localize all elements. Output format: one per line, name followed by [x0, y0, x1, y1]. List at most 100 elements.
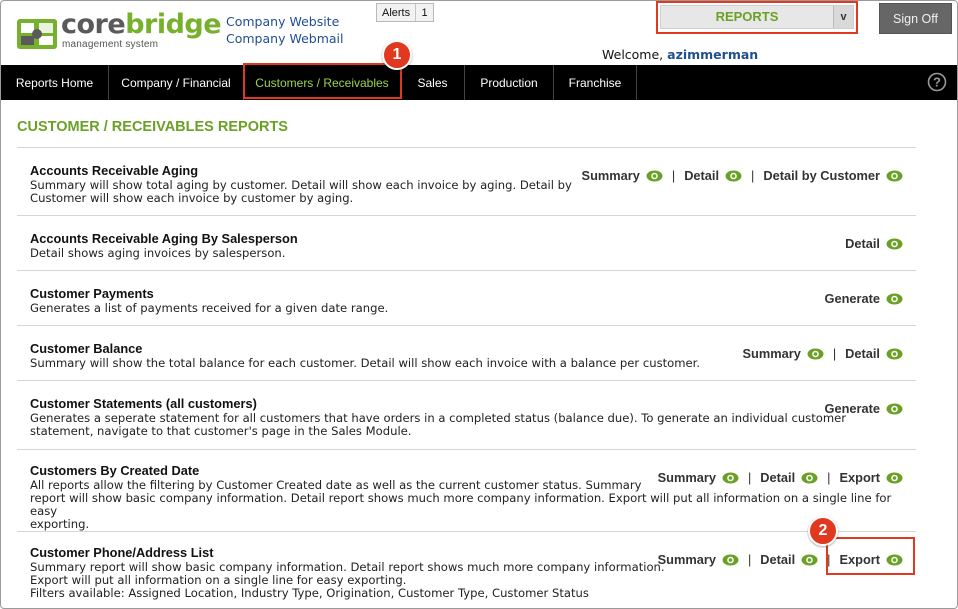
logo-mark-icon: [17, 19, 57, 49]
nav-production[interactable]: Production: [465, 65, 554, 100]
action-label: Summary: [657, 552, 716, 567]
report-title: Customer Payments: [30, 286, 154, 301]
action-label: Detail by Customer: [763, 168, 880, 183]
report-description: Summary will show total aging by custome…: [30, 179, 572, 205]
action-label: Generate: [824, 401, 880, 416]
summary-action[interactable]: Summary: [742, 346, 824, 361]
action-label: Detail: [760, 552, 796, 567]
eye-icon: [725, 170, 742, 181]
eye-icon: [886, 238, 903, 249]
logo-bridge: bridge: [125, 9, 222, 40]
page-title: CUSTOMER / RECEIVABLES REPORTS: [17, 119, 288, 135]
company-website-link[interactable]: Company Website: [226, 14, 339, 29]
eye-icon: [886, 403, 903, 414]
logo-subtitle: management system: [62, 39, 159, 50]
report-row: Accounts Receivable Aging By Salesperson…: [17, 215, 916, 270]
report-description: Summary will show the total balance for …: [30, 357, 700, 370]
report-row: Customers By Created Date All reports al…: [17, 449, 916, 531]
callout-badge-1: 1: [382, 40, 412, 70]
report-row: Customer Balance Summary will show the t…: [17, 325, 916, 380]
report-desc-line: Detail shows aging invoices by salespers…: [30, 246, 286, 260]
svg-text:?: ?: [933, 75, 941, 90]
eye-icon: [807, 348, 824, 359]
detail-by-customer-action[interactable]: Detail by Customer: [763, 168, 903, 183]
alerts-button[interactable]: Alerts 1: [376, 3, 434, 22]
report-title: Accounts Receivable Aging: [30, 163, 199, 178]
detail-action[interactable]: Detail: [684, 168, 742, 183]
export-action[interactable]: Export: [839, 470, 903, 485]
report-desc-line: Customer will show each invoice by custo…: [30, 191, 354, 205]
alerts-count: 1: [421, 6, 428, 19]
nav-reports-home[interactable]: Reports Home: [1, 65, 109, 100]
report-description: All reports allow the filtering by Custo…: [30, 479, 916, 531]
action-label: Detail: [684, 168, 720, 183]
help-icon[interactable]: ?: [927, 72, 947, 92]
eye-icon: [886, 348, 903, 359]
summary-action[interactable]: Summary: [582, 168, 663, 183]
action-label: Summary: [581, 168, 640, 183]
report-description: Summary report will show basic company i…: [30, 561, 665, 600]
highlight-module-select: [656, 1, 858, 34]
report-description: Detail shows aging invoices by salespers…: [30, 247, 285, 260]
report-actions: Summary | Detail: [742, 346, 903, 361]
eye-icon: [886, 170, 903, 181]
alerts-label: Alerts: [377, 4, 416, 21]
nav-franchise[interactable]: Franchise: [554, 65, 637, 100]
nav-company-financial[interactable]: Company / Financial: [109, 65, 244, 100]
username[interactable]: azimmerman: [667, 47, 758, 62]
report-row: Accounts Receivable Aging Summary will s…: [17, 147, 916, 215]
separator: |: [747, 552, 752, 567]
detail-action[interactable]: Detail: [845, 236, 903, 251]
report-description: Generates a seperate statement for all c…: [30, 412, 846, 438]
action-label: Summary: [657, 470, 716, 485]
action-label: Generate: [824, 291, 880, 306]
generate-action[interactable]: Generate: [825, 291, 903, 306]
eye-icon: [801, 472, 818, 483]
report-desc-line: statement, navigate to that customer's p…: [30, 424, 412, 438]
report-row: Customer Statements (all customers) Gene…: [17, 380, 916, 449]
summary-action[interactable]: Summary: [658, 552, 739, 567]
highlight-customers-tab: [243, 63, 402, 99]
report-desc-line: exporting.: [30, 517, 90, 531]
eye-icon: [722, 472, 739, 483]
generate-action[interactable]: Generate: [825, 401, 903, 416]
action-label: Detail: [845, 236, 880, 251]
separator: |: [751, 168, 755, 183]
report-title: Customer Statements (all customers): [30, 396, 257, 411]
report-title: Customers By Created Date: [30, 463, 200, 478]
report-actions: Generate: [825, 291, 903, 306]
callout-badge-2: 2: [808, 516, 838, 546]
app-window: corebridge management system Company Web…: [0, 0, 958, 609]
separator: |: [747, 470, 752, 485]
eye-icon: [886, 293, 903, 304]
report-title: Accounts Receivable Aging By Salesperson: [30, 231, 298, 246]
welcome-prefix: Welcome,: [602, 47, 664, 62]
eye-icon: [646, 170, 663, 181]
nav-sales[interactable]: Sales: [401, 65, 465, 100]
detail-action[interactable]: Detail: [845, 346, 903, 361]
report-actions: Summary | Detail | Detail by Customer: [582, 168, 903, 183]
main-nav: Reports Home Company / Financial Custome…: [1, 65, 957, 100]
action-label: Detail: [760, 470, 796, 485]
detail-action[interactable]: Detail: [760, 470, 818, 485]
sign-off-button[interactable]: Sign Off: [879, 3, 952, 34]
eye-icon: [801, 554, 818, 565]
report-desc-line: Filters available: Assigned Location, In…: [30, 586, 589, 600]
highlight-export-action: [826, 537, 915, 575]
report-actions: Detail: [845, 236, 903, 251]
report-description: Generates a list of payments received fo…: [30, 302, 388, 315]
action-label: Summary: [742, 346, 801, 361]
report-row: Customer Phone/Address List Summary repo…: [17, 531, 916, 608]
separator: |: [671, 168, 676, 183]
summary-action[interactable]: Summary: [658, 470, 739, 485]
separator: |: [832, 346, 837, 361]
logo-core: core: [61, 9, 126, 40]
welcome-message: Welcome, azimmerman: [602, 47, 758, 62]
company-webmail-link[interactable]: Company Webmail: [226, 31, 343, 46]
logo-wordmark: corebridge: [61, 9, 222, 40]
report-desc-line: Generates a list of payments received fo…: [30, 301, 389, 315]
detail-action[interactable]: Detail: [760, 552, 818, 567]
action-label: Export: [839, 470, 880, 485]
eye-icon: [722, 554, 739, 565]
separator: |: [827, 470, 831, 485]
